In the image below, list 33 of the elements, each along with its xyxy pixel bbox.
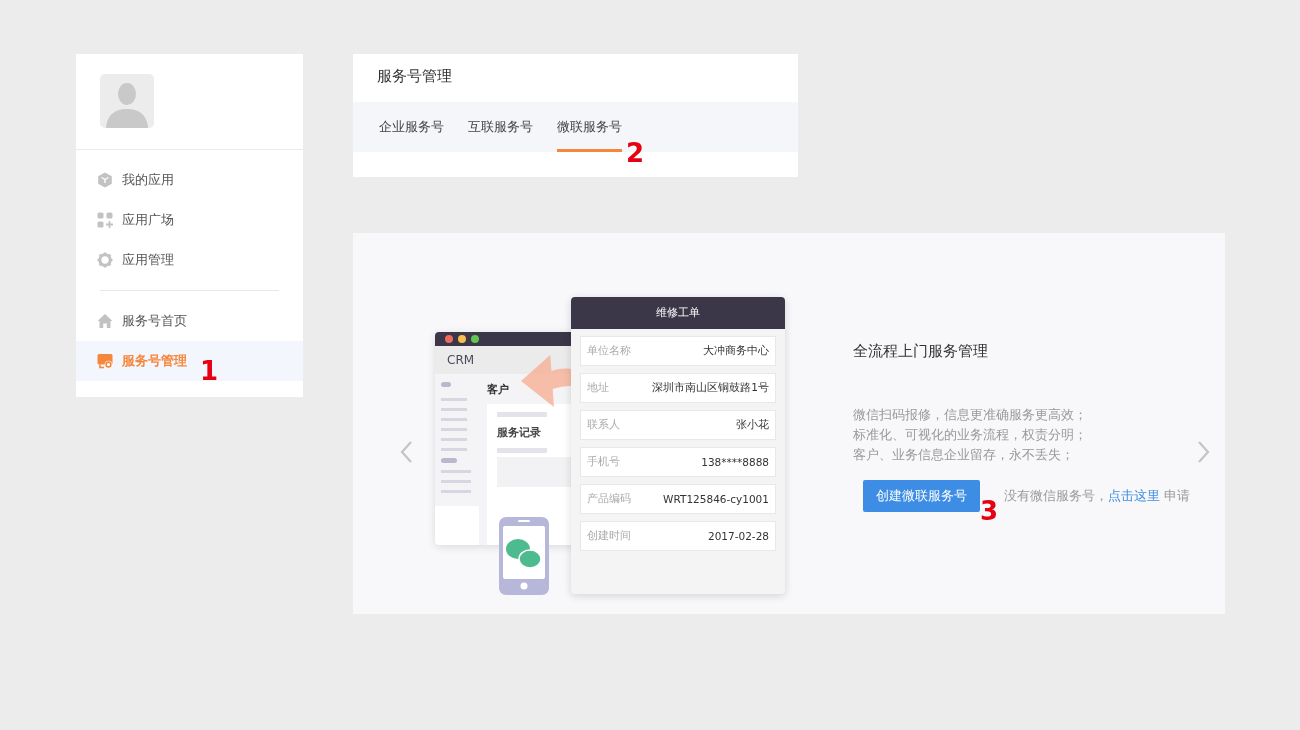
- slide-title: 全流程上门服务管理: [853, 342, 989, 361]
- field-label: 手机号: [587, 455, 620, 469]
- field-label: 单位名称: [587, 344, 631, 358]
- tab[interactable]: 微联服务号: [557, 102, 622, 152]
- field-label: 创建时间: [587, 529, 631, 543]
- feature-text: 微信扫码报修，信息更准确服务更高效；: [853, 406, 1088, 424]
- apply-note: 申请: [1164, 487, 1190, 505]
- sidebar-item[interactable]: 服务号首页: [76, 301, 303, 341]
- field-value: 深圳市南山区铜鼓路1号: [652, 381, 769, 395]
- form-title: 维修工单: [571, 297, 785, 329]
- sidebar-item[interactable]: 应用广场: [76, 200, 303, 240]
- section-heading: 客户: [487, 382, 510, 398]
- sidebar-item[interactable]: 服务号管理 1: [76, 341, 303, 381]
- field-value: WRT125846-cy1001: [663, 493, 769, 505]
- field-label: 产品编码: [587, 492, 631, 506]
- sidebar-item[interactable]: 应用管理: [76, 240, 303, 280]
- annotation-number: 3: [980, 498, 999, 524]
- field-value: 138****8888: [701, 456, 769, 468]
- feature-text: 客户、业务信息企业留存，永不丢失；: [853, 446, 1075, 464]
- field-value: 张小花: [736, 418, 769, 432]
- tab[interactable]: 企业服务号: [379, 102, 444, 152]
- sidebar-item[interactable]: 我的应用: [76, 160, 303, 200]
- section-heading: 服务记录: [497, 425, 542, 440]
- page-title: 服务号管理: [376, 66, 453, 87]
- field-value: 2017-02-28: [707, 530, 769, 542]
- tab[interactable]: 互联服务号: [468, 102, 533, 152]
- field-label: 联系人: [587, 418, 620, 432]
- apply-note: 没有微信服务号，: [1004, 487, 1108, 505]
- annotation-number: 1: [200, 358, 219, 384]
- field-value: 大冲商务中心: [703, 344, 769, 358]
- field-label: 地址: [587, 381, 609, 395]
- annotation-number: 2: [626, 140, 645, 166]
- feature-text: 标准化、可视化的业务流程，权责分明；: [853, 426, 1088, 444]
